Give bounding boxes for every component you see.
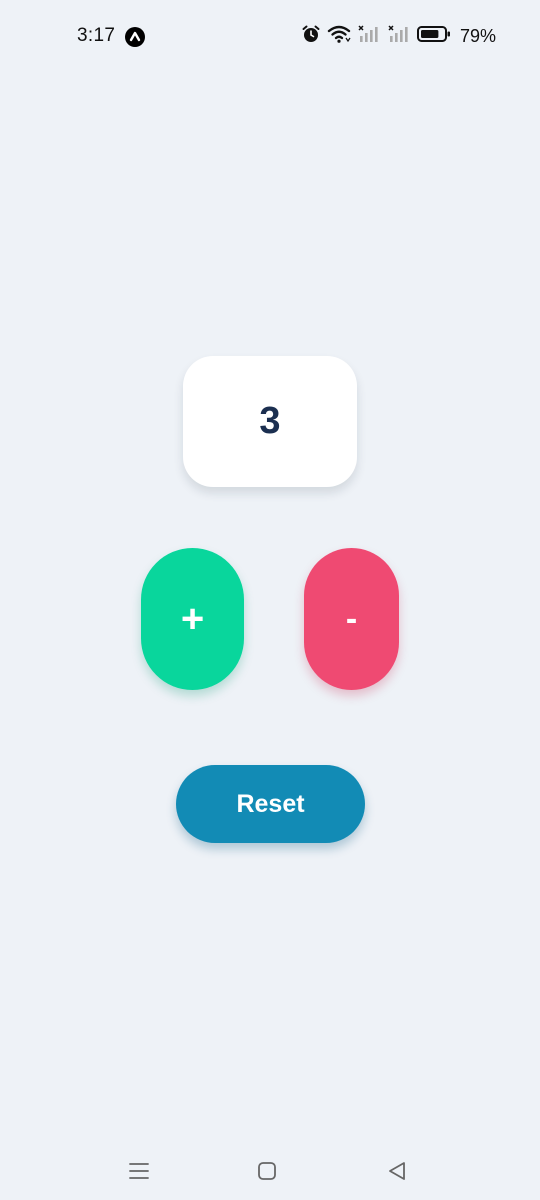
reset-button[interactable]: Reset [176,765,365,843]
counter-value: 3 [259,400,281,442]
signal-icon [357,24,381,49]
back-icon[interactable] [382,1156,412,1186]
battery-icon [416,25,451,48]
signal-icon [387,24,411,49]
app-notification-icon [125,27,145,47]
navigation-bar [0,1140,540,1200]
status-icons: 79% [301,24,496,48]
battery-percent: 79% [459,25,496,46]
increment-button[interactable]: + [141,548,244,690]
wifi-icon [327,24,351,49]
counter-display: 3 [183,356,357,487]
home-icon[interactable] [252,1156,282,1186]
app-screen: 3:17 79% 3 + - Reset [0,0,540,1200]
alarm-icon [301,24,321,49]
menu-icon[interactable] [124,1156,154,1186]
status-bar: 3:17 79% [0,0,540,72]
status-time: 3:17 [77,25,116,46]
decrement-button[interactable]: - [304,548,399,690]
